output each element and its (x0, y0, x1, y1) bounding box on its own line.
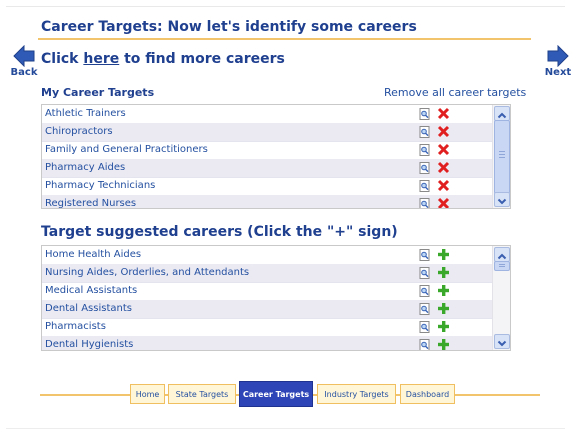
tab-dashboard[interactable]: Dashboard (400, 384, 455, 404)
scrollbar-thumb[interactable] (494, 261, 510, 271)
list-item: Home Health Aides (42, 246, 492, 265)
list-item: Chiropractors (42, 123, 492, 142)
tab-career-targets[interactable]: Career Targets (239, 381, 313, 407)
career-name-link[interactable]: Home Health Aides (45, 246, 141, 264)
intro-prefix: Click (41, 51, 84, 67)
career-name-link[interactable]: Family and General Practitioners (45, 141, 208, 159)
back-button[interactable]: Back (8, 45, 40, 78)
tab-home[interactable]: Home (130, 384, 165, 404)
my-targets-scrollbar[interactable] (492, 105, 510, 208)
tab-industry-targets[interactable]: Industry Targets (317, 384, 396, 404)
list-item: Registered Nurses (42, 195, 492, 209)
career-name-link[interactable]: Pharmacy Aides (45, 159, 125, 177)
magnifier-page-icon[interactable] (419, 267, 431, 279)
green-plus-icon[interactable] (437, 320, 450, 333)
list-item: Pharmacists (42, 318, 492, 337)
next-button[interactable]: Next (543, 45, 571, 78)
scroll-up-button[interactable] (494, 247, 510, 262)
magnifier-page-icon[interactable] (419, 144, 431, 156)
list-item: Dental Assistants (42, 300, 492, 319)
list-item: Pharmacy Aides (42, 159, 492, 178)
frame-bottom-border (6, 428, 565, 429)
chevron-down-icon (497, 340, 507, 347)
magnifier-page-icon[interactable] (419, 249, 431, 261)
career-name-link[interactable]: Dental Assistants (45, 300, 132, 318)
career-name-link[interactable]: Pharmacists (45, 318, 106, 336)
red-x-icon[interactable] (437, 179, 450, 192)
magnifier-page-icon[interactable] (419, 180, 431, 192)
magnifier-page-icon[interactable] (419, 126, 431, 138)
intro-suffix: to find more careers (119, 51, 285, 67)
suggested-careers-title: Target suggested careers (Click the "+" … (41, 224, 398, 240)
page-frame: Career Targets: Now let's identify some … (0, 0, 571, 435)
page-title: Career Targets: Now let's identify some … (41, 19, 417, 35)
scroll-up-button[interactable] (494, 106, 510, 121)
list-item: Family and General Practitioners (42, 141, 492, 160)
chevron-down-icon (497, 198, 507, 205)
magnifier-page-icon[interactable] (419, 108, 431, 120)
frame-top-border (6, 6, 565, 7)
tab-navigation: Home State Targets Career Targets Indust… (0, 381, 571, 407)
magnifier-page-icon[interactable] (419, 162, 431, 174)
list-item: Nursing Aides, Orderlies, and Attendants (42, 264, 492, 283)
list-item: Medical Assistants (42, 282, 492, 301)
career-name-link[interactable]: Chiropractors (45, 123, 113, 141)
header-divider (38, 38, 531, 40)
find-more-careers-link[interactable]: here (83, 51, 119, 67)
right-arrow-icon (547, 45, 569, 67)
green-plus-icon[interactable] (437, 302, 450, 315)
my-career-targets-list: Athletic Trainers Chiropractors Family a… (41, 104, 511, 209)
tab-state-targets[interactable]: State Targets (168, 384, 236, 404)
career-name-link[interactable]: Pharmacy Technicians (45, 177, 155, 195)
career-name-link[interactable]: Athletic Trainers (45, 105, 126, 123)
suggested-scrollbar[interactable] (492, 246, 510, 350)
career-name-link[interactable]: Medical Assistants (45, 282, 137, 300)
list-item: Dental Hygienists (42, 336, 492, 351)
back-label: Back (10, 67, 38, 78)
list-item: Pharmacy Technicians (42, 177, 492, 196)
find-more-careers-text: Click here to find more careers (41, 51, 285, 67)
green-plus-icon[interactable] (437, 248, 450, 261)
green-plus-icon[interactable] (437, 266, 450, 279)
suggested-careers-list: Home Health Aides Nursing Aides, Orderli… (41, 245, 511, 351)
magnifier-page-icon[interactable] (419, 198, 431, 209)
red-x-icon[interactable] (437, 143, 450, 156)
next-label: Next (544, 67, 571, 78)
green-plus-icon[interactable] (437, 338, 450, 351)
left-arrow-icon (13, 45, 35, 67)
magnifier-page-icon[interactable] (419, 339, 431, 351)
remove-all-targets-link[interactable]: Remove all career targets (384, 86, 526, 99)
scroll-down-button[interactable] (494, 192, 510, 207)
magnifier-page-icon[interactable] (419, 303, 431, 315)
green-plus-icon[interactable] (437, 284, 450, 297)
red-x-icon[interactable] (437, 161, 450, 174)
my-career-targets-label: My Career Targets (41, 86, 155, 99)
career-name-link[interactable]: Dental Hygienists (45, 336, 133, 350)
red-x-icon[interactable] (437, 125, 450, 138)
scrollbar-thumb[interactable] (494, 120, 510, 194)
list-item: Athletic Trainers (42, 105, 492, 124)
red-x-icon[interactable] (437, 197, 450, 209)
scroll-down-button[interactable] (494, 334, 510, 349)
magnifier-page-icon[interactable] (419, 285, 431, 297)
magnifier-page-icon[interactable] (419, 321, 431, 333)
red-x-icon[interactable] (437, 107, 450, 120)
career-name-link[interactable]: Nursing Aides, Orderlies, and Attendants (45, 264, 249, 282)
career-name-link[interactable]: Registered Nurses (45, 195, 136, 208)
